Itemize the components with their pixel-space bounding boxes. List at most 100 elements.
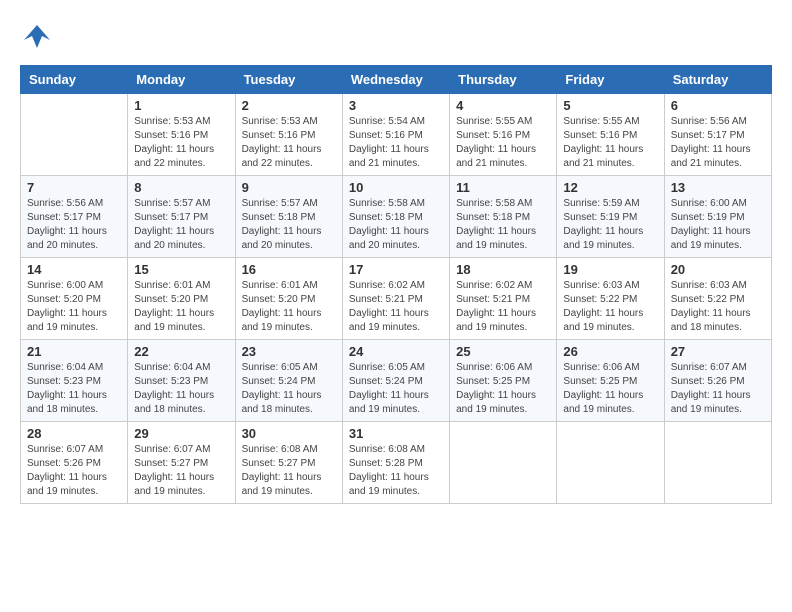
day-info: Sunrise: 6:03 AM Sunset: 5:22 PM Dayligh… bbox=[671, 279, 765, 335]
day-info: Sunrise: 5:58 AM Sunset: 5:18 PM Dayligh… bbox=[349, 197, 443, 253]
day-info: Sunrise: 6:04 AM Sunset: 5:23 PM Dayligh… bbox=[27, 361, 121, 417]
day-info: Sunrise: 6:07 AM Sunset: 5:26 PM Dayligh… bbox=[671, 361, 765, 417]
calendar-day-header: Friday bbox=[557, 66, 664, 94]
calendar-table: SundayMondayTuesdayWednesdayThursdayFrid… bbox=[20, 65, 772, 504]
day-info: Sunrise: 5:53 AM Sunset: 5:16 PM Dayligh… bbox=[134, 115, 228, 171]
day-number: 1 bbox=[134, 98, 228, 113]
day-info: Sunrise: 5:56 AM Sunset: 5:17 PM Dayligh… bbox=[671, 115, 765, 171]
day-info: Sunrise: 5:55 AM Sunset: 5:16 PM Dayligh… bbox=[456, 115, 550, 171]
day-info: Sunrise: 6:03 AM Sunset: 5:22 PM Dayligh… bbox=[563, 279, 657, 335]
day-number: 25 bbox=[456, 344, 550, 359]
day-info: Sunrise: 5:57 AM Sunset: 5:17 PM Dayligh… bbox=[134, 197, 228, 253]
day-number: 6 bbox=[671, 98, 765, 113]
calendar-cell: 4 Sunrise: 5:55 AM Sunset: 5:16 PM Daylig… bbox=[450, 94, 557, 176]
logo-text bbox=[20, 20, 52, 55]
day-number: 7 bbox=[27, 180, 121, 195]
day-number: 31 bbox=[349, 426, 443, 441]
calendar-cell: 14Sunrise: 6:00 AM Sunset: 5:20 PM Dayli… bbox=[21, 258, 128, 340]
day-info: Sunrise: 6:06 AM Sunset: 5:25 PM Dayligh… bbox=[563, 361, 657, 417]
day-number: 4 bbox=[456, 98, 550, 113]
calendar-cell: 9Sunrise: 5:57 AM Sunset: 5:18 PM Daylig… bbox=[235, 176, 342, 258]
calendar-week-row: 21 Sunrise: 6:04 AM Sunset: 5:23 PM Dayli… bbox=[21, 340, 772, 422]
calendar-week-row: 28 Sunrise: 6:07 AM Sunset: 5:26 PM Dayli… bbox=[21, 422, 772, 504]
calendar-day-header: Tuesday bbox=[235, 66, 342, 94]
calendar-cell: 11Sunrise: 5:58 AM Sunset: 5:18 PM Dayli… bbox=[450, 176, 557, 258]
calendar-cell: 31 Sunrise: 6:08 AM Sunset: 5:28 PM Dayli… bbox=[342, 422, 449, 504]
calendar-cell: 22Sunrise: 6:04 AM Sunset: 5:23 PM Dayli… bbox=[128, 340, 235, 422]
calendar-cell: 19 Sunrise: 6:03 AM Sunset: 5:22 PM Dayli… bbox=[557, 258, 664, 340]
calendar-cell: 6 Sunrise: 5:56 AM Sunset: 5:17 PM Daylig… bbox=[664, 94, 771, 176]
day-info: Sunrise: 6:00 AM Sunset: 5:19 PM Dayligh… bbox=[671, 197, 765, 253]
calendar-cell: 25 Sunrise: 6:06 AM Sunset: 5:25 PM Dayli… bbox=[450, 340, 557, 422]
calendar-cell: 16 Sunrise: 6:01 AM Sunset: 5:20 PM Dayli… bbox=[235, 258, 342, 340]
calendar-cell: 7 Sunrise: 5:56 AM Sunset: 5:17 PM Daylig… bbox=[21, 176, 128, 258]
calendar-cell: 29 Sunrise: 6:07 AM Sunset: 5:27 PM Dayli… bbox=[128, 422, 235, 504]
calendar-header-row: SundayMondayTuesdayWednesdayThursdayFrid… bbox=[21, 66, 772, 94]
calendar-cell: 26 Sunrise: 6:06 AM Sunset: 5:25 PM Dayli… bbox=[557, 340, 664, 422]
day-number: 27 bbox=[671, 344, 765, 359]
logo bbox=[20, 20, 52, 55]
calendar-cell: 12Sunrise: 5:59 AM Sunset: 5:19 PM Dayli… bbox=[557, 176, 664, 258]
day-number: 17 bbox=[349, 262, 443, 277]
day-info: Sunrise: 6:08 AM Sunset: 5:27 PM Dayligh… bbox=[242, 443, 336, 499]
day-info: Sunrise: 5:56 AM Sunset: 5:17 PM Dayligh… bbox=[27, 197, 121, 253]
day-number: 15 bbox=[134, 262, 228, 277]
day-number: 26 bbox=[563, 344, 657, 359]
calendar-cell: 10 Sunrise: 5:58 AM Sunset: 5:18 PM Dayli… bbox=[342, 176, 449, 258]
page-header bbox=[20, 20, 772, 55]
day-number: 23 bbox=[242, 344, 336, 359]
calendar-cell bbox=[557, 422, 664, 504]
calendar-cell: 17 Sunrise: 6:02 AM Sunset: 5:21 PM Dayli… bbox=[342, 258, 449, 340]
day-number: 16 bbox=[242, 262, 336, 277]
day-info: Sunrise: 5:54 AM Sunset: 5:16 PM Dayligh… bbox=[349, 115, 443, 171]
calendar-cell bbox=[21, 94, 128, 176]
day-info: Sunrise: 6:05 AM Sunset: 5:24 PM Dayligh… bbox=[349, 361, 443, 417]
day-number: 20 bbox=[671, 262, 765, 277]
calendar-cell: 2Sunrise: 5:53 AM Sunset: 5:16 PM Daylig… bbox=[235, 94, 342, 176]
calendar-day-header: Sunday bbox=[21, 66, 128, 94]
calendar-cell: 1 Sunrise: 5:53 AM Sunset: 5:16 PM Daylig… bbox=[128, 94, 235, 176]
day-info: Sunrise: 6:06 AM Sunset: 5:25 PM Dayligh… bbox=[456, 361, 550, 417]
calendar-day-header: Monday bbox=[128, 66, 235, 94]
calendar-cell: 20 Sunrise: 6:03 AM Sunset: 5:22 PM Dayli… bbox=[664, 258, 771, 340]
day-info: Sunrise: 6:05 AM Sunset: 5:24 PM Dayligh… bbox=[242, 361, 336, 417]
calendar-cell: 27 Sunrise: 6:07 AM Sunset: 5:26 PM Dayli… bbox=[664, 340, 771, 422]
calendar-cell: 24Sunrise: 6:05 AM Sunset: 5:24 PM Dayli… bbox=[342, 340, 449, 422]
calendar-cell: 13Sunrise: 6:00 AM Sunset: 5:19 PM Dayli… bbox=[664, 176, 771, 258]
day-info: Sunrise: 6:04 AM Sunset: 5:23 PM Dayligh… bbox=[134, 361, 228, 417]
calendar-day-header: Saturday bbox=[664, 66, 771, 94]
calendar-week-row: 14Sunrise: 6:00 AM Sunset: 5:20 PM Dayli… bbox=[21, 258, 772, 340]
logo-bird-icon bbox=[22, 20, 52, 50]
day-number: 28 bbox=[27, 426, 121, 441]
day-number: 8 bbox=[134, 180, 228, 195]
calendar-cell: 18Sunrise: 6:02 AM Sunset: 5:21 PM Dayli… bbox=[450, 258, 557, 340]
calendar-cell: 30 Sunrise: 6:08 AM Sunset: 5:27 PM Dayli… bbox=[235, 422, 342, 504]
calendar-day-header: Wednesday bbox=[342, 66, 449, 94]
day-number: 9 bbox=[242, 180, 336, 195]
day-info: Sunrise: 6:07 AM Sunset: 5:26 PM Dayligh… bbox=[27, 443, 121, 499]
day-number: 2 bbox=[242, 98, 336, 113]
calendar-week-row: 1 Sunrise: 5:53 AM Sunset: 5:16 PM Daylig… bbox=[21, 94, 772, 176]
day-info: Sunrise: 6:07 AM Sunset: 5:27 PM Dayligh… bbox=[134, 443, 228, 499]
day-number: 21 bbox=[27, 344, 121, 359]
calendar-cell bbox=[450, 422, 557, 504]
day-number: 3 bbox=[349, 98, 443, 113]
day-number: 29 bbox=[134, 426, 228, 441]
calendar-week-row: 7 Sunrise: 5:56 AM Sunset: 5:17 PM Daylig… bbox=[21, 176, 772, 258]
day-number: 10 bbox=[349, 180, 443, 195]
calendar-cell: 28 Sunrise: 6:07 AM Sunset: 5:26 PM Dayli… bbox=[21, 422, 128, 504]
day-number: 11 bbox=[456, 180, 550, 195]
day-info: Sunrise: 6:01 AM Sunset: 5:20 PM Dayligh… bbox=[134, 279, 228, 335]
day-number: 30 bbox=[242, 426, 336, 441]
calendar-cell: 3 Sunrise: 5:54 AM Sunset: 5:16 PM Daylig… bbox=[342, 94, 449, 176]
day-number: 18 bbox=[456, 262, 550, 277]
day-number: 19 bbox=[563, 262, 657, 277]
calendar-cell: 15 Sunrise: 6:01 AM Sunset: 5:20 PM Dayli… bbox=[128, 258, 235, 340]
day-info: Sunrise: 6:02 AM Sunset: 5:21 PM Dayligh… bbox=[349, 279, 443, 335]
calendar-cell: 8 Sunrise: 5:57 AM Sunset: 5:17 PM Daylig… bbox=[128, 176, 235, 258]
calendar-cell: 5Sunrise: 5:55 AM Sunset: 5:16 PM Daylig… bbox=[557, 94, 664, 176]
day-info: Sunrise: 5:55 AM Sunset: 5:16 PM Dayligh… bbox=[563, 115, 657, 171]
day-info: Sunrise: 6:08 AM Sunset: 5:28 PM Dayligh… bbox=[349, 443, 443, 499]
day-info: Sunrise: 6:01 AM Sunset: 5:20 PM Dayligh… bbox=[242, 279, 336, 335]
day-number: 14 bbox=[27, 262, 121, 277]
